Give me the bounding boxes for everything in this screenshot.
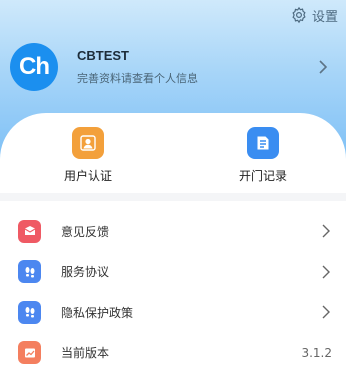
chevron-right-icon: [320, 304, 332, 320]
settings-label: 设置: [311, 9, 338, 25]
chevron-right-icon: [316, 58, 330, 76]
menu-item-label: 隐私保护政策: [61, 305, 134, 320]
user-badge-icon: [72, 127, 104, 159]
quick-actions-card: 用户认证 开门记录: [0, 113, 346, 193]
chevron-right-icon: [320, 264, 332, 280]
user-certification-label: 用户认证: [63, 169, 112, 183]
chart-icon: [18, 341, 41, 365]
menu-item-label: 意见反馈: [61, 224, 110, 239]
chevron-right-icon: [320, 223, 332, 239]
menu-item-current-version: 当前版本 3.1.2: [0, 333, 346, 374]
footprints-icon: [18, 260, 41, 284]
profile-subtitle: 完善资料请查看个人信息: [77, 72, 198, 85]
menu-item-label: 服务协议: [61, 265, 110, 280]
menu-item-feedback[interactable]: 意见反馈: [0, 211, 346, 252]
menu-item-service-agreement[interactable]: 服务协议: [0, 252, 346, 293]
door-record-button[interactable]: 开门记录: [203, 113, 323, 193]
footprints-icon: [18, 300, 41, 324]
profile-info: CBTEST 完善资料请查看个人信息: [77, 48, 316, 86]
document-edit-icon: [247, 127, 279, 159]
version-value: 3.1.2: [301, 345, 332, 360]
menu-item-privacy-policy[interactable]: 隐私保护政策: [0, 292, 346, 333]
profile-name: CBTEST: [77, 48, 129, 63]
door-record-label: 开门记录: [238, 169, 287, 183]
settings-menu: 意见反馈 服务协议 隐私保护政策 当前版本 3.1.2: [0, 211, 346, 373]
user-certification-button[interactable]: 用户认证: [28, 113, 148, 193]
profile-row[interactable]: Ch CBTEST 完善资料请查看个人信息: [10, 43, 336, 91]
settings-button[interactable]: 设置: [290, 5, 338, 25]
gear-icon: [290, 6, 308, 24]
section-divider: [0, 193, 346, 201]
menu-item-label: 当前版本: [61, 346, 110, 361]
mail-icon: [18, 219, 41, 243]
avatar: Ch: [10, 43, 58, 91]
